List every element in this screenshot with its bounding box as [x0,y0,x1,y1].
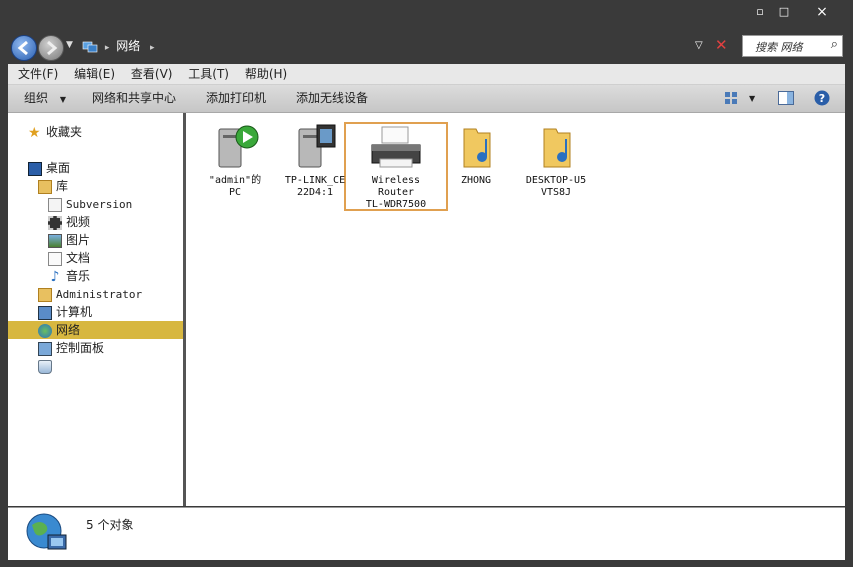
item-label: ZHONG [460,175,492,186]
sidebar-item-label: 视频 [66,215,91,229]
arrow-right-icon [47,40,58,56]
media-device-icon [298,124,336,168]
navigation-pane: ★ 收藏夹 桌面 库 Subversion 视频 图片 文档 ♪ 音乐 Admini… [8,113,183,506]
content-pane: "admin"的 PC TP-LINK_CE 22D4:1 Wireless R… [186,113,845,506]
network-item-tplink[interactable]: TP-LINK_CE 22D4:1 [272,123,358,199]
network-center-button[interactable]: 网络和共享中心 [92,85,176,112]
library-icon [38,179,52,194]
add-printer-button[interactable]: 添加打印机 [206,85,266,112]
network-globe-icon [26,513,67,550]
menu-view[interactable]: 查看(V) [125,64,179,84]
star-icon: ★ [28,124,41,141]
command-bar: 组织 ▼ 网络和共享中心 添加打印机 添加无线设备 ▼ ? [8,85,845,113]
user-folder-icon [38,287,52,302]
menu-bar: 文件(F) 编辑(E) 查看(V) 工具(T) 帮助(H) [8,64,845,85]
item-label: Wireless Router TL-WDR7500 [365,175,427,210]
desktop-icon [28,161,42,176]
view-dropdown-icon[interactable]: ▼ [749,85,755,112]
printer-icon [371,126,421,168]
document-icon [48,197,62,212]
forward-button[interactable] [38,35,64,61]
sidebar-item-favorites[interactable]: ★ 收藏夹 [28,123,82,141]
sidebar-item-label: 网络 [56,323,81,337]
sidebar-item-label: Administrator [56,288,143,301]
sidebar-item-videos[interactable]: 视频 [48,213,90,231]
sidebar-item-music[interactable]: ♪ 音乐 [48,267,90,285]
sidebar-item-label: 库 [56,179,69,193]
view-options-button[interactable] [724,91,738,108]
sidebar-item-recycle-bin[interactable] [38,357,56,375]
sidebar-item-label: 桌面 [46,161,71,175]
media-pc-icon [218,125,259,168]
close-button[interactable]: × [814,4,830,20]
documents-icon [48,251,62,266]
item-label: "admin"的 PC [208,175,262,198]
music-folder-icon [463,128,491,168]
search-placeholder: 搜索 网络 [755,41,803,54]
sidebar-item-label: Subversion [66,198,133,211]
music-note-icon: ♪ [50,268,60,285]
menu-help[interactable]: 帮助(H) [239,64,293,84]
sidebar-item-label: 文档 [66,251,91,265]
network-item-zhong[interactable]: ZHONG [433,123,519,187]
sidebar-item-documents[interactable]: 文档 [48,249,90,267]
sidebar-item-library[interactable]: 库 [38,177,68,195]
network-icon [38,323,52,338]
sidebar-item-pictures[interactable]: 图片 [48,231,90,249]
menu-edit[interactable]: 编辑(E) [68,64,121,84]
organize-label: 组织 [24,91,49,105]
minimize-button[interactable]: ▫ [752,4,768,20]
view-icon [725,92,737,104]
breadcrumb-separator-icon[interactable]: ▸ [105,43,110,53]
help-icon: ? [814,90,830,106]
preview-pane-icon [778,91,794,105]
item-label: TP-LINK_CE 22D4:1 [284,175,346,198]
stop-icon[interactable]: ✕ [715,36,728,54]
details-pane: 5 个对象 [8,507,845,560]
search-icon[interactable]: ⌕ [831,37,838,52]
breadcrumb-network[interactable]: 网络 [116,39,140,53]
organize-button[interactable]: 组织 ▼ [24,85,66,113]
sidebar-item-label: 计算机 [56,305,93,319]
address-dropdown-icon[interactable]: ▽ [695,40,703,51]
control-panel-icon [38,341,52,356]
computer-icon [38,305,52,320]
sidebar-item-administrator[interactable]: Administrator [38,285,142,303]
video-icon [48,215,62,230]
menu-tools[interactable]: 工具(T) [182,64,235,84]
help-button[interactable]: ? [814,90,830,110]
search-input[interactable]: 搜索 网络 ⌕ [742,35,843,57]
preview-pane-button[interactable] [778,91,794,108]
picture-icon [48,233,62,248]
sidebar-item-label: 控制面板 [56,341,105,355]
item-count-text: 5 个对象 [86,518,134,532]
svg-text:?: ? [819,92,825,105]
music-folder-icon [543,128,571,168]
selection-highlight [8,321,183,339]
recycle-bin-icon [38,359,52,374]
sidebar-item-control-panel[interactable]: 控制面板 [38,339,104,357]
network-icon [82,41,98,52]
back-button[interactable] [11,35,37,61]
add-wireless-button[interactable]: 添加无线设备 [296,85,368,112]
menu-file[interactable]: 文件(F) [8,64,64,84]
arrow-left-icon [17,40,28,56]
sidebar-item-subversion[interactable]: Subversion [48,195,132,213]
network-item-admin-pc[interactable]: "admin"的 PC [192,123,278,199]
chevron-down-icon: ▼ [59,95,66,104]
sidebar-item-network[interactable]: 网络 [38,321,80,339]
maximize-button[interactable]: □ [776,4,792,20]
address-bar[interactable]: ▸ 网络 ▸ [78,36,688,56]
sidebar-item-label: 图片 [66,233,91,247]
sidebar-item-label: 音乐 [66,269,91,283]
network-item-desktop-u5[interactable]: DESKTOP-U5 VTS8J [513,123,599,199]
sidebar-item-label: 收藏夹 [46,125,83,139]
network-item-wireless-router[interactable]: Wireless Router TL-WDR7500 [353,123,439,211]
history-dropdown-icon[interactable]: ▼ [66,40,73,50]
breadcrumb-chevron-icon[interactable]: ▸ [150,43,155,53]
item-label: DESKTOP-U5 VTS8J [525,175,587,198]
sidebar-item-computer[interactable]: 计算机 [38,303,92,321]
sidebar-item-desktop[interactable]: 桌面 [28,159,70,177]
